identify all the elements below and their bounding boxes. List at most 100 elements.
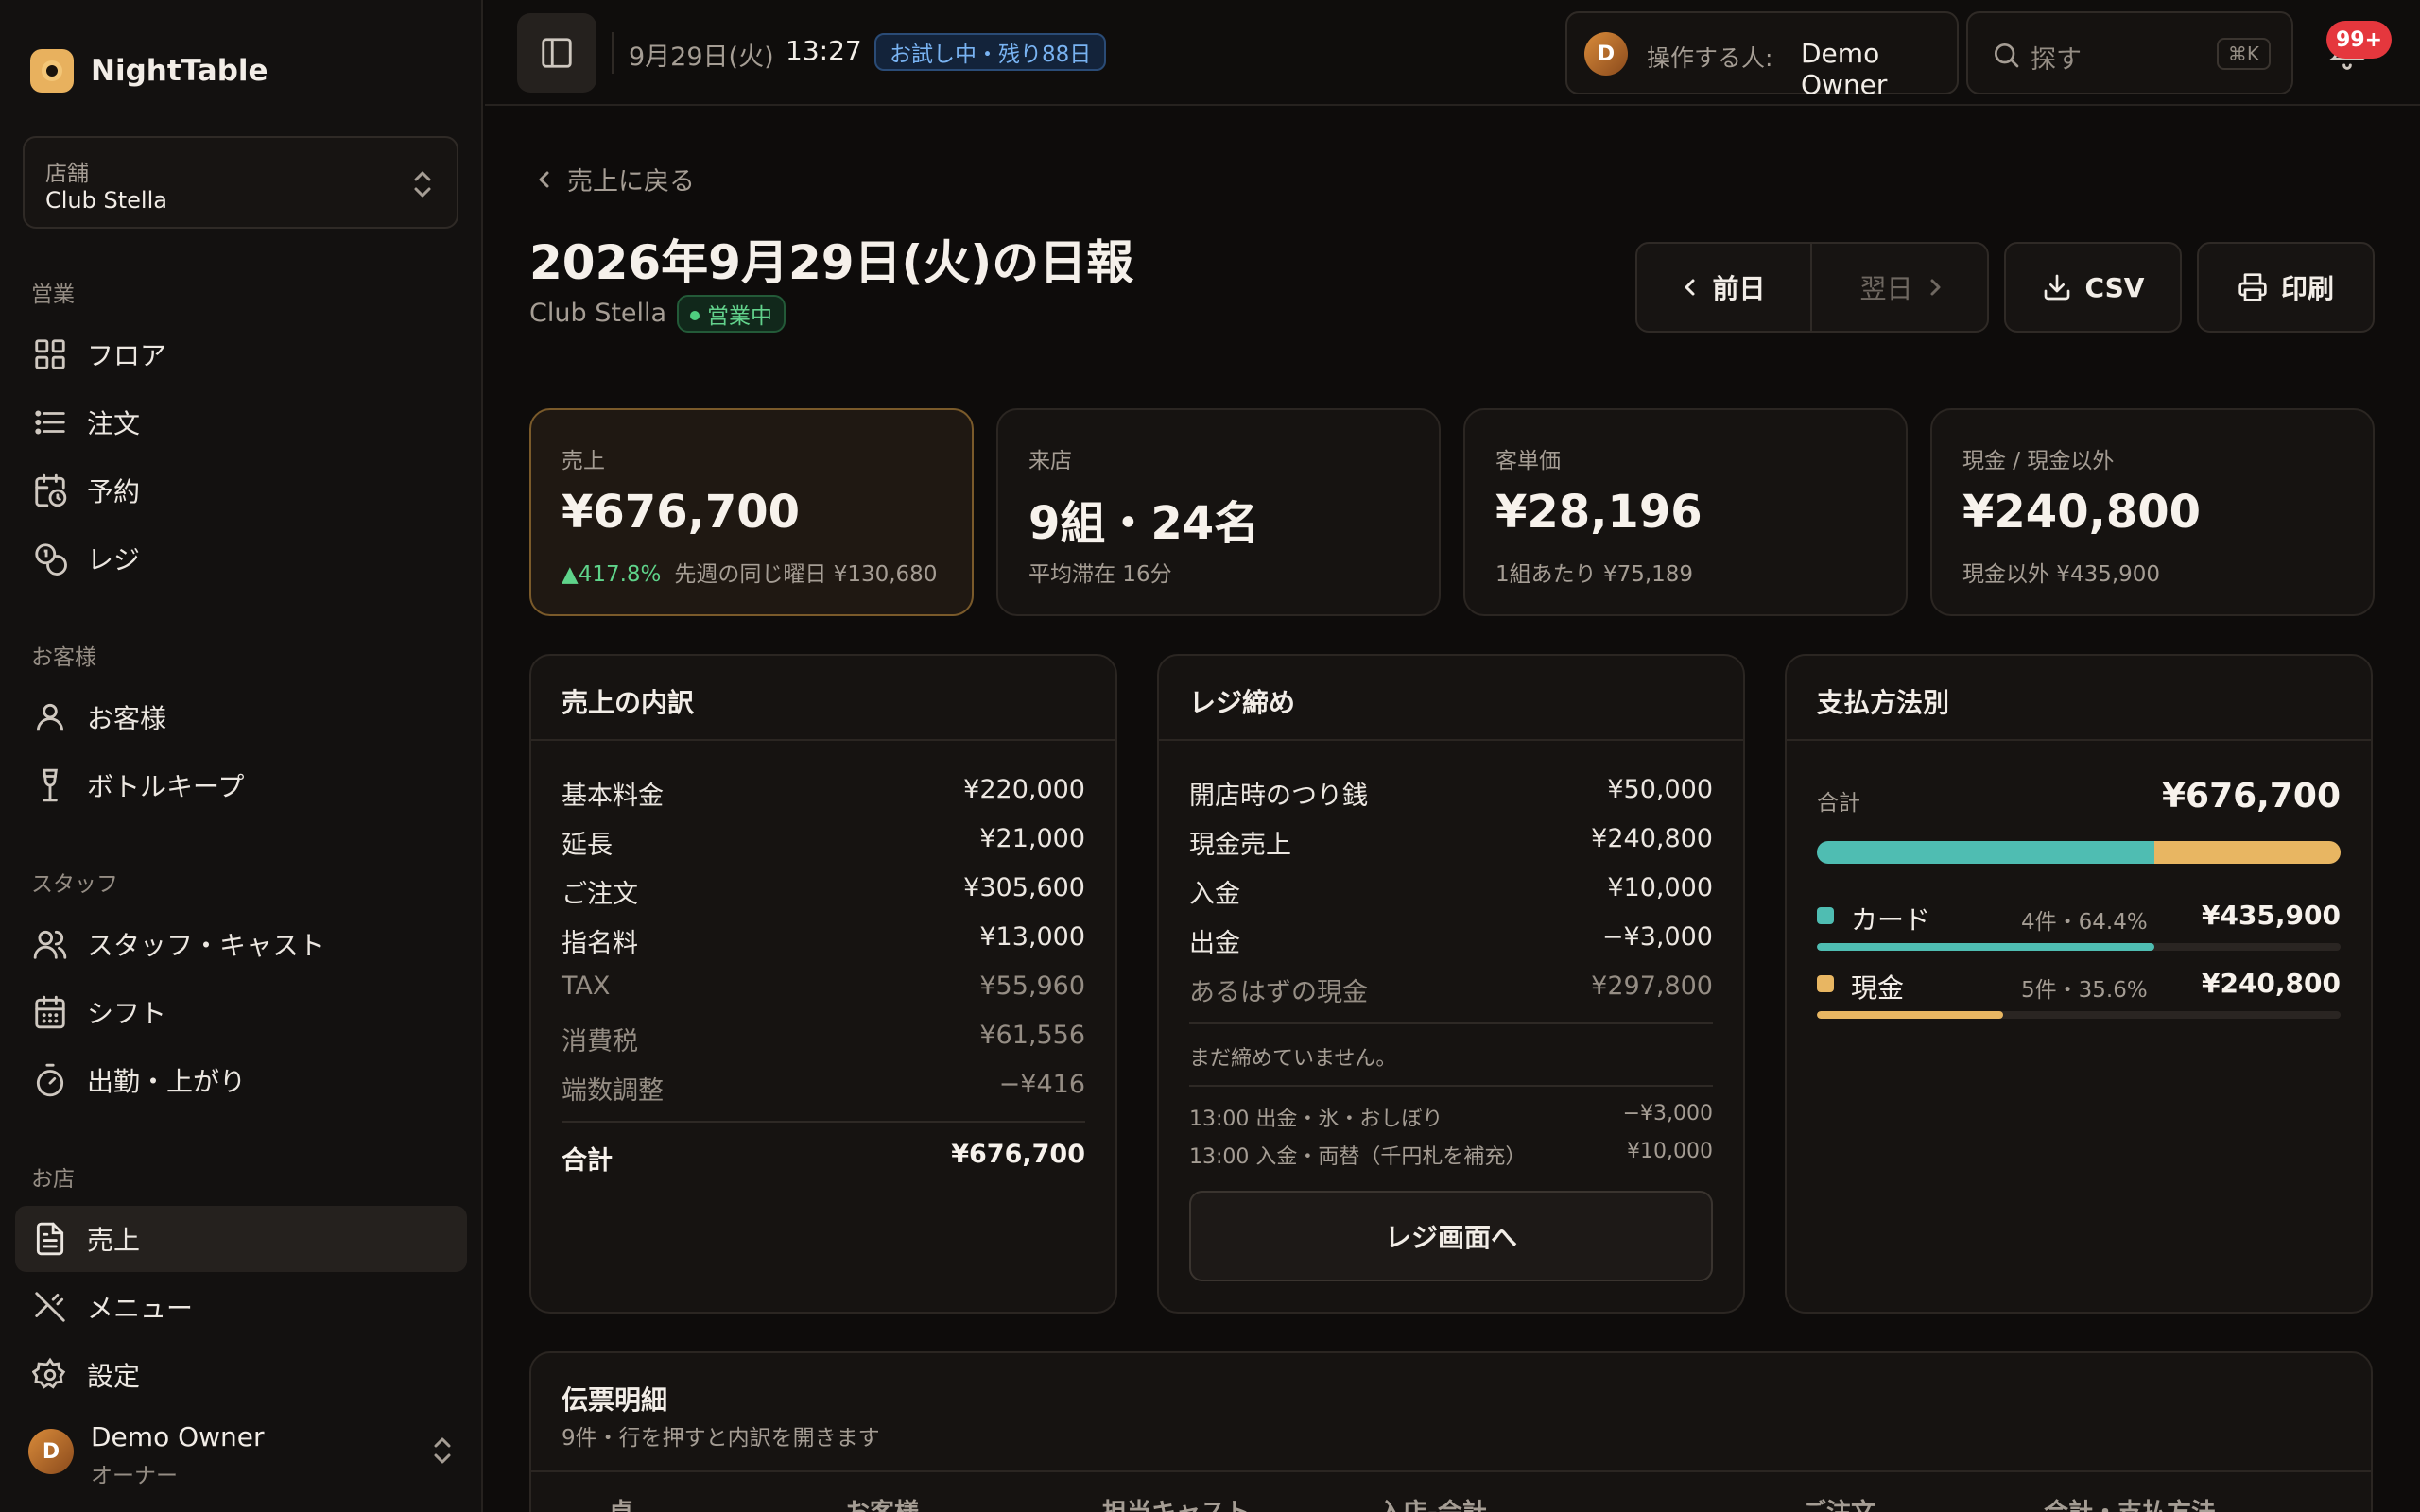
sidebar-item-menu[interactable]: メニュー [15, 1274, 467, 1340]
notification-badge[interactable]: 99+ [2326, 21, 2393, 59]
row-label: 指名料 [562, 929, 638, 958]
print-button[interactable]: 印刷 [2197, 242, 2375, 333]
divider [612, 32, 614, 74]
sidebar-item-customers[interactable]: お客様 [15, 684, 467, 750]
row-value: ¥21,000 [979, 824, 1085, 853]
sidebar-item-shift[interactable]: シフト [15, 979, 467, 1045]
printer-icon [2238, 273, 2267, 301]
list-icon [35, 410, 65, 435]
current-date: 9月29日(火) [629, 43, 774, 72]
current-time: 13:27 [786, 35, 862, 66]
row-label: 消費税 [562, 1027, 638, 1057]
sidebar-item-label: 予約 [87, 476, 141, 507]
row-value: ¥305,600 [963, 873, 1085, 902]
payment-methods-panel: 支払方法別 合計 ¥676,700 カード 4件・64.4% ¥435,900 … [1785, 654, 2373, 1314]
change-percent: ▲417.8% [562, 562, 662, 587]
payment-progress-fill [1817, 943, 2154, 951]
payment-method-row: 現金 5件・35.6% ¥240,800 [1817, 966, 2341, 1032]
page-store-name: Club Stella [529, 299, 667, 328]
status-badge: 営業中 [677, 295, 786, 333]
register-row: 現金売上 ¥240,800 [1189, 818, 1713, 860]
legend-swatch [1817, 975, 1834, 992]
brand[interactable]: NightTable [30, 49, 268, 93]
nav-section-business: 営業 [31, 283, 75, 307]
sidebar-item-attendance[interactable]: 出勤・上がり [15, 1047, 467, 1113]
divider [1189, 1085, 1713, 1087]
column-header-orders[interactable]: ご注文 [1802, 1493, 1876, 1512]
breakdown-total-row: 合計 ¥676,700 [562, 1134, 1085, 1176]
next-day-button[interactable]: 翌日 [1814, 244, 1989, 331]
sidebar-item-sales[interactable]: 売上 [15, 1206, 467, 1272]
column-header-table[interactable]: 卓 [609, 1493, 633, 1512]
column-header-customer[interactable]: お客様 [845, 1493, 919, 1512]
operator-switcher[interactable]: D 操作する人: Demo Owner [1565, 11, 1959, 100]
sidebar-item-label: フロア [87, 340, 167, 371]
payment-method-row: カード 4件・64.4% ¥435,900 [1817, 898, 2341, 964]
next-day-label: 翌日 [1859, 273, 1913, 304]
print-label: 印刷 [2280, 273, 2334, 304]
register-row: 開店時のつり銭 ¥50,000 [1189, 769, 1713, 811]
column-header-total-payment[interactable]: 合計・支払方法 [2044, 1493, 2216, 1512]
kpi-cash: 現金 / 現金以外 ¥240,800 現金以外 ¥435,900 [1930, 408, 2375, 616]
prev-day-button[interactable]: 前日 [1637, 244, 1812, 331]
csv-button[interactable]: CSV [2004, 242, 2182, 333]
panel-title: 伝票明細 [562, 1384, 668, 1416]
cash-log-row: 13:00 入金・両替（千円札を補充） ¥10,000 [1189, 1136, 1713, 1170]
breakdown-row: 延長 ¥21,000 [562, 818, 1085, 860]
kpi-label: 現金 / 現金以外 [1962, 449, 2115, 473]
grid-icon [35, 339, 65, 369]
avatar: D [1584, 32, 1628, 76]
user-icon [36, 703, 64, 731]
breakdown-row: ご注文 ¥305,600 [562, 868, 1085, 909]
payment-method-amount: ¥240,800 [2201, 968, 2341, 999]
download-icon [2044, 274, 2069, 301]
sidebar-item-staff[interactable]: スタッフ・キャスト [15, 911, 467, 977]
back-link[interactable]: 売上に戻る [535, 161, 695, 198]
user-menu[interactable]: D Demo Owner オーナー [28, 1418, 454, 1488]
kpi-value: ¥676,700 [562, 486, 801, 539]
kpi-sub: ▲417.8% 先週の同じ曜日 ¥130,680 [562, 556, 937, 588]
log-label: 13:00 出金・氷・おしぼり [1189, 1108, 1443, 1131]
sidebar-item-orders[interactable]: 注文 [15, 389, 467, 455]
row-value: −¥416 [998, 1070, 1085, 1099]
document-icon [36, 1222, 64, 1256]
go-to-register-button[interactable]: レジ画面へ [1189, 1191, 1713, 1281]
kpi-sales: 売上 ¥676,700 ▲417.8% 先週の同じ曜日 ¥130,680 [529, 408, 974, 616]
divider [1787, 739, 2371, 741]
kpi-value: ¥240,800 [1962, 486, 2202, 539]
breakdown-row: 消費税 ¥61,556 [562, 1015, 1085, 1057]
store-selector[interactable]: 店舗 Club Stella [23, 136, 458, 229]
row-label: TAX [562, 971, 611, 1001]
sidebar-item-settings[interactable]: 設定 [15, 1342, 467, 1408]
nav-section-customers: お客様 [31, 645, 96, 670]
sidebar-item-floor[interactable]: フロア [15, 321, 467, 387]
timer-icon [36, 1063, 64, 1097]
sidebar-toggle-button[interactable] [517, 13, 596, 93]
sidebar-item-reservations[interactable]: 予約 [15, 457, 467, 524]
search-input[interactable]: 探す ⌘K [1966, 11, 2293, 94]
chevron-left-icon [1685, 279, 1695, 296]
trial-badge[interactable]: お試し中・残り88日 [874, 33, 1107, 71]
wine-glass-icon [43, 768, 58, 802]
column-header-cast[interactable]: 担当キャスト [1102, 1493, 1250, 1512]
payment-method-amount: ¥435,900 [2201, 900, 2341, 931]
logo-icon [30, 49, 74, 93]
sidebar-item-label: お客様 [87, 703, 167, 734]
sidebar-item-bottle-keep[interactable]: ボトルキープ [15, 752, 467, 818]
payment-method-meta: 5件・35.6% [2021, 978, 2148, 1003]
column-header-time[interactable]: 入店-会計 [1378, 1493, 1487, 1512]
sidebar-item-label: 注文 [87, 408, 141, 439]
kpi-sub: 現金以外 ¥435,900 [1962, 562, 2161, 587]
store-label: 店舗 [45, 162, 89, 186]
row-label: 延長 [562, 831, 613, 860]
search-icon [1995, 43, 2019, 68]
sidebar-item-label: スタッフ・キャスト [87, 930, 326, 961]
operator-label: 操作する人: [1647, 44, 1773, 72]
kpi-label: 来店 [1028, 449, 1072, 473]
row-value: ¥240,800 [1591, 824, 1713, 853]
topbar: 9月29日(火) 13:27 お試し中・残り88日 D 操作する人: Demo … [485, 0, 2420, 106]
nav-section-shop: お店 [31, 1167, 75, 1192]
page-title: 2026年9月29日(火)の日報 [529, 235, 1134, 290]
divider [562, 1121, 1085, 1123]
sidebar-item-register[interactable]: レジ [15, 525, 467, 592]
